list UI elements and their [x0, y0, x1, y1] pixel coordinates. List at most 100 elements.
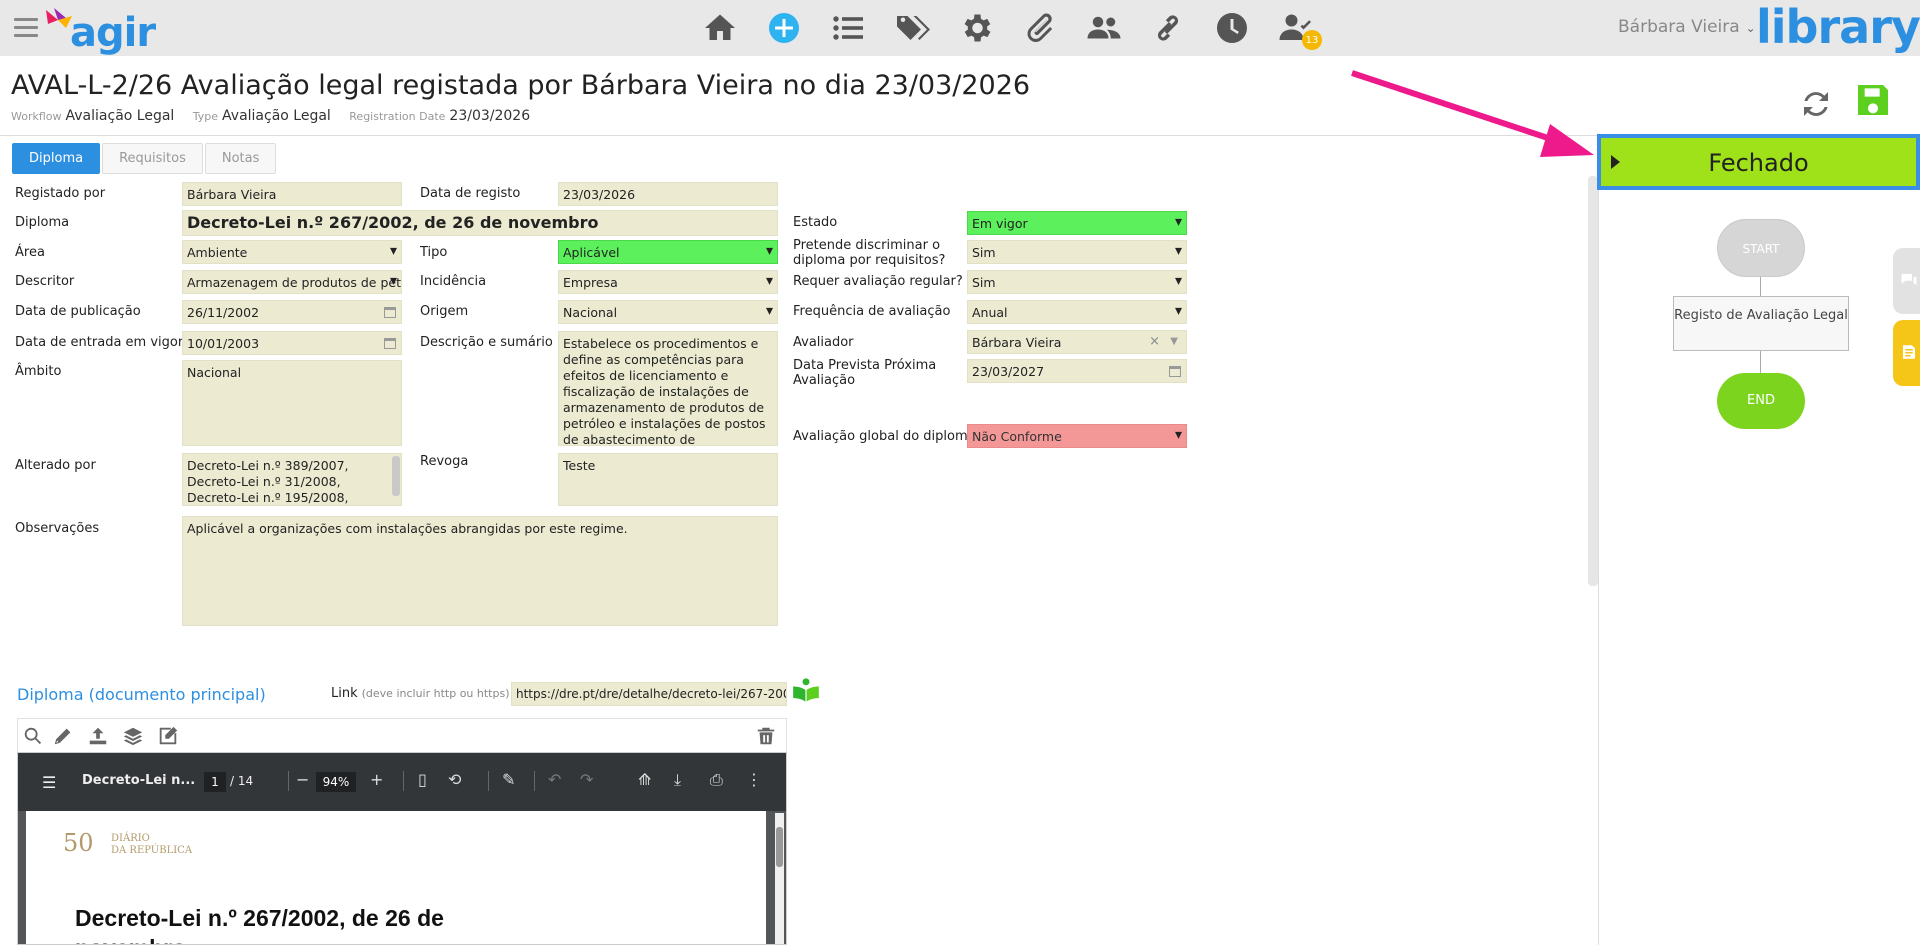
- descritor-select[interactable]: Armazenagem de produtos de petróleo: [182, 270, 402, 294]
- list-icon[interactable]: [828, 8, 868, 48]
- user-menu[interactable]: Bárbara Vieira ⌄: [1618, 17, 1756, 37]
- discriminar-select[interactable]: Sim: [967, 240, 1187, 264]
- descricao-label: Descrição e sumário: [420, 335, 553, 350]
- side-tab-comments[interactable]: [1893, 248, 1920, 314]
- tab-requisitos[interactable]: Requisitos: [102, 143, 203, 174]
- draw-icon[interactable]: ✎: [502, 770, 515, 789]
- open-book-icon[interactable]: [792, 676, 820, 704]
- tipo-select[interactable]: Aplicável: [558, 240, 778, 264]
- ambito-label: Âmbito: [15, 364, 62, 379]
- diploma-label: Diploma: [15, 215, 70, 230]
- panel-divider: [1598, 135, 1599, 945]
- avaliacao-regular-select[interactable]: Sim: [967, 270, 1187, 294]
- observacoes-field[interactable]: Aplicável a organizações com instalações…: [182, 516, 778, 626]
- proxima-avaliacao-field[interactable]: 23/03/2027: [967, 359, 1187, 383]
- fit-page-icon[interactable]: ▯: [418, 770, 427, 789]
- tab-diploma[interactable]: Diploma: [12, 143, 101, 174]
- estado-select[interactable]: Em vigor: [967, 211, 1187, 235]
- frequencia-select[interactable]: Anual: [967, 300, 1187, 324]
- data-entrada-field[interactable]: 10/01/2003: [182, 331, 402, 355]
- user-name: Bárbara Vieira: [1618, 17, 1740, 37]
- download-icon[interactable]: ⤓: [674, 770, 681, 790]
- undo-icon[interactable]: ↶: [548, 770, 561, 789]
- zoom-out-icon[interactable]: −: [296, 770, 309, 789]
- hamburger-menu-icon[interactable]: [14, 18, 38, 38]
- zoom-in-icon[interactable]: +: [370, 770, 383, 789]
- workflow-step-node[interactable]: Registo de Avaliação Legal: [1673, 296, 1849, 351]
- origem-select[interactable]: Nacional: [558, 300, 778, 324]
- upload-icon[interactable]: [87, 725, 109, 747]
- calendar-icon[interactable]: [384, 337, 396, 349]
- main-nav: 13: [700, 8, 1340, 50]
- refresh-icon[interactable]: [1798, 86, 1834, 122]
- record-meta: Workflow Avaliação Legal Type Avaliação Le…: [11, 108, 544, 124]
- diario-republica-logo: 50 DIÁRIO DA REPÚBLICA: [63, 829, 192, 857]
- main-scrollbar[interactable]: [1588, 176, 1598, 586]
- incidencia-select[interactable]: Empresa: [558, 270, 778, 294]
- regdate-label: Registration Date: [349, 110, 446, 123]
- more-options-icon[interactable]: ⋮: [746, 770, 762, 789]
- layers-icon[interactable]: [122, 725, 144, 747]
- area-select[interactable]: Ambiente: [182, 240, 402, 264]
- pdf-scrollbar[interactable]: [775, 813, 784, 944]
- avaliacao-global-select[interactable]: Não Conforme: [967, 424, 1187, 448]
- workflow-state-button[interactable]: Fechado: [1597, 134, 1920, 190]
- scroll-thumb[interactable]: [776, 827, 783, 867]
- dropdown-arrow-icon[interactable]: ▼: [1170, 334, 1178, 349]
- attachment-icon[interactable]: [1020, 8, 1060, 48]
- save-icon[interactable]: [1853, 80, 1893, 120]
- clock-icon[interactable]: [1212, 8, 1252, 48]
- diploma-field[interactable]: Decreto-Lei n.º 267/2002, de 26 de novem…: [182, 210, 778, 236]
- pdf-page-input[interactable]: 1: [204, 772, 226, 792]
- data-registo-field[interactable]: 23/03/2026: [558, 182, 778, 206]
- type-value: Avaliação Legal: [222, 108, 331, 124]
- alterado-por-value: Decreto-Lei n.º 389/2007, Decreto-Lei n.…: [187, 458, 349, 505]
- rotate-icon[interactable]: ⟲: [448, 770, 461, 789]
- pdf-menu-icon[interactable]: ☰: [42, 773, 56, 792]
- pdf-viewer: ☰ Decreto-Lei n... 1 / 14 − 94% + ▯ ⟲ ✎ …: [17, 752, 787, 945]
- clear-icon[interactable]: ×: [1149, 334, 1160, 349]
- pdf-heading: Decreto-Lei n.º 267/2002, de 26 de novem…: [75, 905, 444, 944]
- agir-logo[interactable]: agir: [44, 4, 156, 56]
- alterado-por-label: Alterado por: [15, 458, 96, 473]
- tags-icon[interactable]: [892, 8, 932, 48]
- ambito-field[interactable]: Nacional: [182, 360, 402, 446]
- top-bar: agir 13 Bárbara Vieira ⌄ library: [0, 0, 1920, 56]
- side-tab-notes[interactable]: [1893, 320, 1920, 386]
- data-publicacao-label: Data de publicação: [15, 304, 141, 319]
- calendar-icon[interactable]: [1169, 365, 1181, 377]
- pdf-zoom-input[interactable]: 94%: [316, 772, 356, 792]
- add-icon[interactable]: [764, 8, 804, 48]
- scrollbar[interactable]: [392, 456, 400, 496]
- pencil-icon[interactable]: [52, 725, 74, 747]
- users-icon[interactable]: [1084, 8, 1124, 48]
- data-entrada-value: 10/01/2003: [187, 336, 260, 351]
- revoga-field[interactable]: Teste: [558, 453, 778, 506]
- calendar-icon[interactable]: [384, 306, 396, 318]
- add-to-drive-icon[interactable]: ⟰: [638, 770, 651, 789]
- chevron-down-icon: ⌄: [1745, 21, 1756, 35]
- redo-icon[interactable]: ↷: [580, 770, 593, 789]
- search-icon[interactable]: [22, 725, 44, 747]
- tab-notas[interactable]: Notas: [204, 143, 277, 174]
- descricao-field[interactable]: Estabelece os procedimentos e define as …: [558, 331, 778, 446]
- frequencia-label: Frequência de avaliação: [793, 304, 951, 319]
- trash-icon[interactable]: [755, 725, 777, 747]
- discriminar-label: Pretende discriminar o diploma por requi…: [793, 238, 946, 268]
- edit-icon[interactable]: [157, 725, 179, 747]
- origem-label: Origem: [420, 304, 469, 319]
- print-icon[interactable]: ⎙: [710, 770, 723, 790]
- registado-por-field[interactable]: Bárbara Vieira: [182, 182, 402, 206]
- user-check-icon[interactable]: 13: [1276, 8, 1322, 50]
- alterado-por-field[interactable]: Decreto-Lei n.º 389/2007, Decreto-Lei n.…: [182, 453, 402, 506]
- link-icon[interactable]: [1148, 8, 1188, 48]
- header-divider: [0, 135, 1598, 136]
- registado-por-label: Registado por: [15, 186, 106, 201]
- type-label: Type: [192, 110, 219, 123]
- data-publicacao-field[interactable]: 26/11/2002: [182, 300, 402, 324]
- gear-icon[interactable]: [956, 8, 996, 48]
- link-input[interactable]: https://dre.pt/dre/detalhe/decreto-lei/2…: [511, 682, 787, 706]
- avaliador-select[interactable]: Bárbara Vieira × ▼: [967, 330, 1187, 354]
- home-icon[interactable]: [700, 8, 740, 48]
- estado-label: Estado: [793, 215, 838, 230]
